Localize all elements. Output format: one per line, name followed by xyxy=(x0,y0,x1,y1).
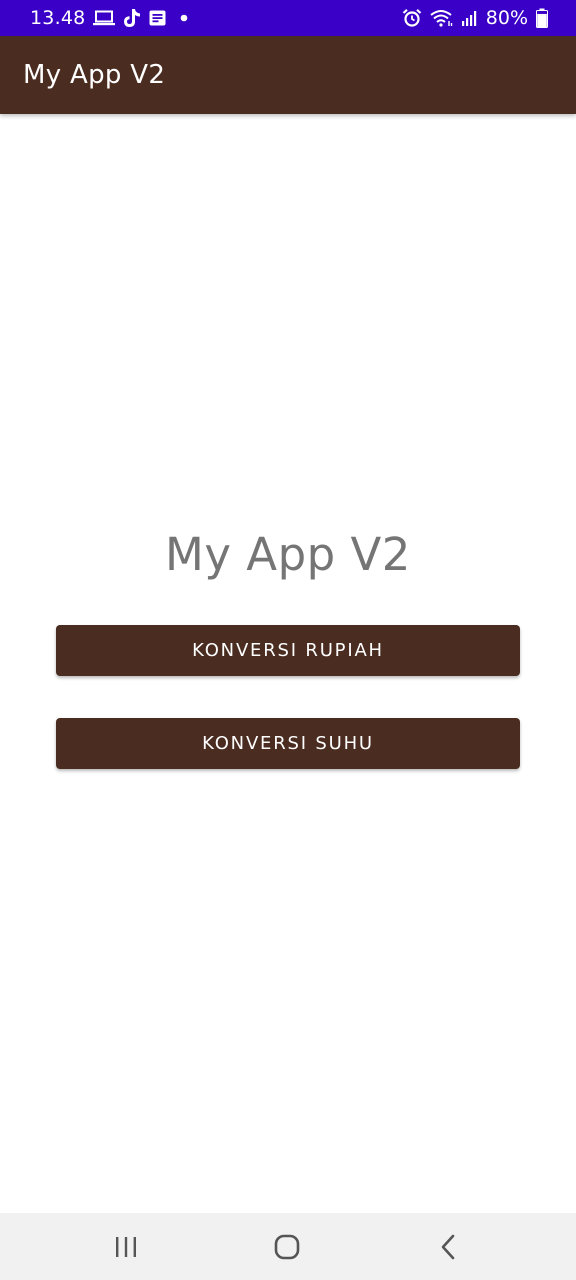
wifi-icon xyxy=(430,9,454,27)
battery-icon xyxy=(536,8,548,28)
home-icon xyxy=(274,1234,300,1260)
status-time: 13.48 xyxy=(30,7,86,29)
dot-icon xyxy=(180,14,188,22)
home-button[interactable] xyxy=(267,1231,307,1263)
back-icon xyxy=(439,1234,457,1260)
status-bar-right: 80% xyxy=(402,7,548,29)
notification-list-icon xyxy=(149,10,166,26)
tiktok-icon xyxy=(123,8,141,28)
recent-apps-icon xyxy=(114,1236,138,1258)
status-bar-left: 13.48 xyxy=(30,7,188,29)
signal-icon xyxy=(461,10,478,26)
back-button[interactable] xyxy=(428,1231,468,1263)
navigation-bar xyxy=(0,1213,576,1280)
konversi-suhu-button[interactable]: KONVERSI SUHU xyxy=(56,718,520,769)
app-bar: My App V2 xyxy=(0,36,576,114)
alarm-icon xyxy=(402,8,422,28)
status-bar: 13.48 80% xyxy=(0,0,576,36)
main-title: My App V2 xyxy=(165,528,411,581)
app-bar-title: My App V2 xyxy=(23,60,166,90)
konversi-rupiah-button[interactable]: KONVERSI RUPIAH xyxy=(56,625,520,676)
battery-percent: 80% xyxy=(485,7,528,29)
laptop-icon xyxy=(93,10,116,26)
screen: 13.48 80% My App V2 My App V2 KONVERSI R… xyxy=(0,0,576,1280)
recent-apps-button[interactable] xyxy=(106,1231,146,1263)
